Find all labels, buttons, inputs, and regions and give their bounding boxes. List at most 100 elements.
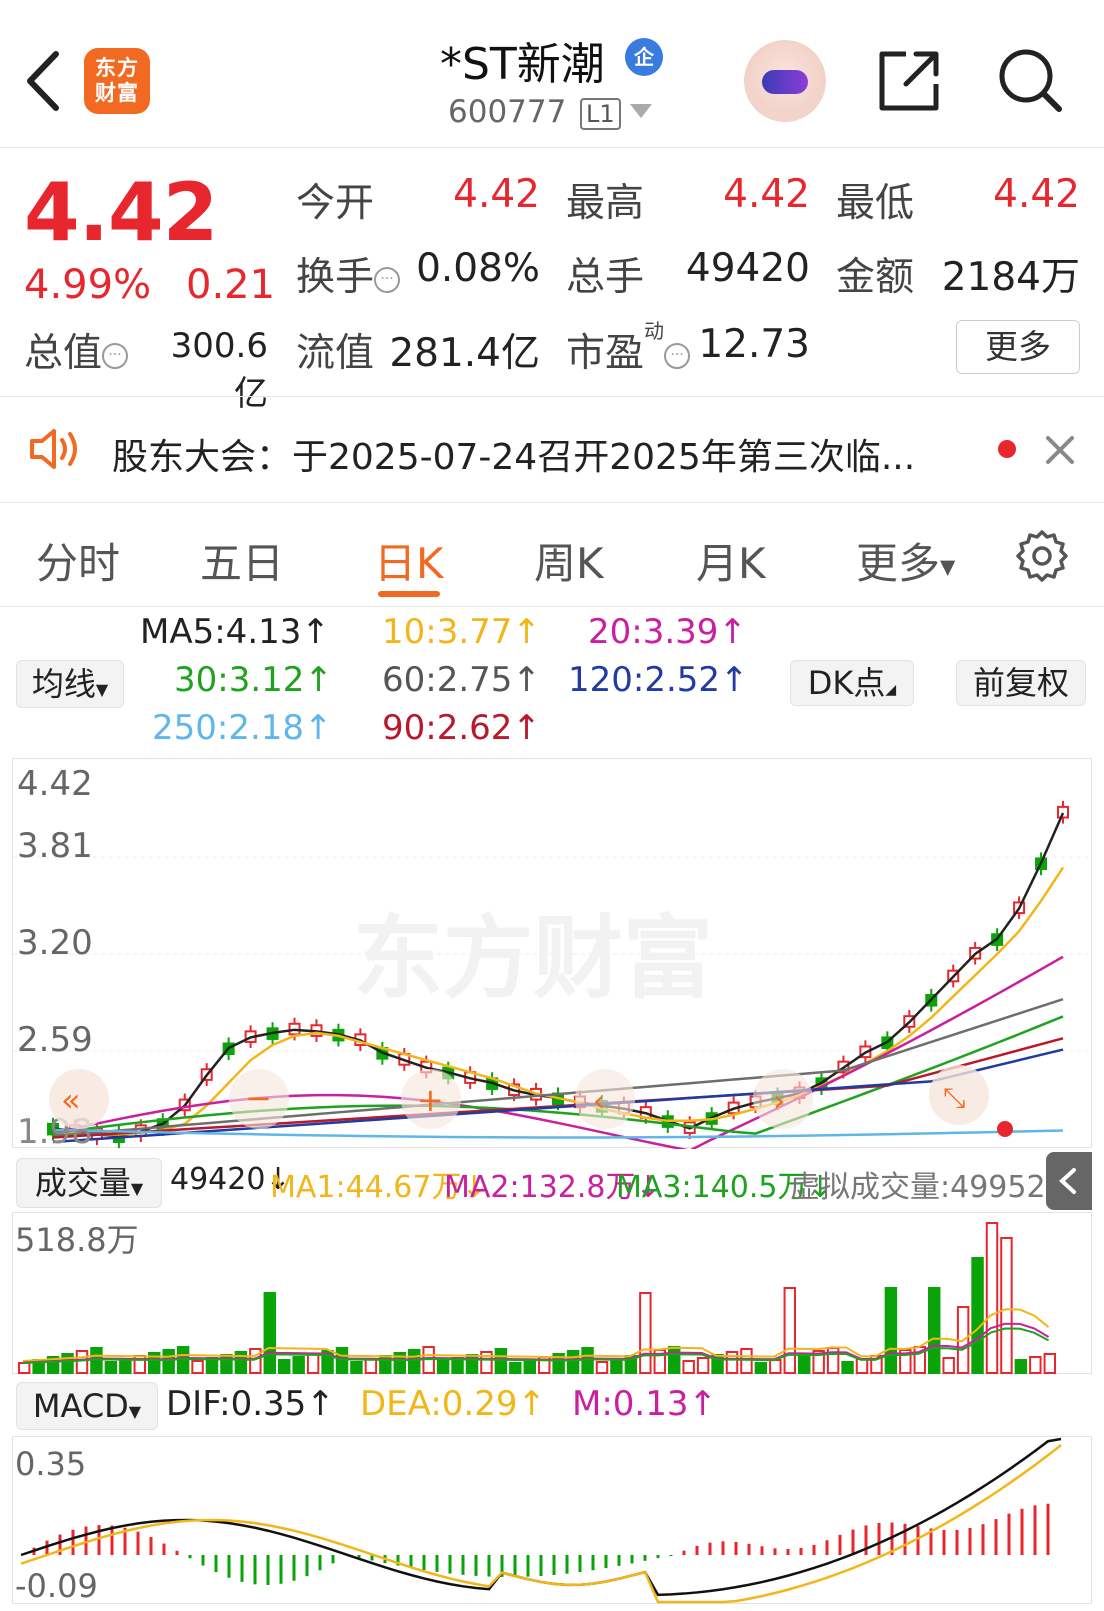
volume-bar <box>610 1358 623 1374</box>
amount-value: 2184万 <box>941 255 1080 300</box>
collapse-panel-button[interactable] <box>1046 1152 1092 1210</box>
volume-bar <box>639 1292 652 1374</box>
volume-bar <box>1014 1359 1028 1374</box>
volume-bar <box>841 1361 854 1374</box>
info-icon[interactable]: ··· <box>102 342 129 369</box>
y-label: 3.81 <box>17 826 93 866</box>
ma90-legend: 90:2.62↑ <box>382 708 541 748</box>
volume-bar <box>523 1359 536 1374</box>
y-label: 3.20 <box>17 923 93 963</box>
ma250-legend: 250:2.18↑ <box>152 708 333 748</box>
volume-value: 49420 <box>685 246 810 291</box>
ma30-legend: 30:3.12↑ <box>174 660 333 700</box>
macd-dif: DIF:0.35↑ <box>166 1384 335 1424</box>
close-icon[interactable] <box>1040 430 1080 470</box>
macd-selector[interactable]: MACD▼ <box>16 1382 158 1430</box>
volume-bar <box>884 1287 898 1374</box>
expand-icon: ⤡ <box>943 1081 965 1114</box>
virtual-volume: 虚拟成交量:49952 <box>790 1170 1046 1205</box>
chevron-right-icon: › <box>773 1084 785 1119</box>
tab-five-day[interactable]: 五日 <box>200 530 284 591</box>
volume-bar <box>740 1348 753 1374</box>
volume-bar <box>119 1358 132 1374</box>
tab-monthly-k[interactable]: 月K <box>696 530 766 591</box>
divider <box>0 606 1104 607</box>
change-percent: 4.99% <box>24 262 152 308</box>
volume-bar <box>1029 1356 1042 1374</box>
back-arrow-icon[interactable] <box>22 46 66 116</box>
volume-bar <box>162 1349 175 1374</box>
caret-down-icon[interactable] <box>630 104 652 118</box>
volume-bar <box>306 1353 320 1374</box>
volume-bar <box>769 1359 782 1374</box>
caret-down-icon: ▼ <box>940 554 956 579</box>
pe-label: 市盈动··· <box>566 319 691 378</box>
notice-banner-text[interactable]: 股东大会：于2025-07-24召开2025年第三次临... <box>112 428 915 480</box>
speaker-icon <box>30 429 77 469</box>
ma10-legend: 10:3.77↑ <box>382 612 541 652</box>
volume-bars-group <box>18 1222 1056 1374</box>
change-amount: 0.21 <box>186 262 276 308</box>
volume-chart[interactable]: 518.8万 <box>12 1212 1092 1374</box>
volume-bar <box>494 1348 508 1374</box>
volume-bar <box>18 1362 31 1374</box>
volume-bar <box>278 1359 291 1374</box>
double-chevron-left-icon: « <box>61 1081 81 1119</box>
open-label: 今开 <box>296 181 375 226</box>
macd-dea: DEA:0.29↑ <box>360 1384 546 1424</box>
tab-weekly-k[interactable]: 周K <box>534 530 604 591</box>
ma20-legend: 20:3.39↑ <box>588 612 747 652</box>
robot-visor <box>762 70 808 94</box>
chevron-left-icon <box>1059 1168 1076 1194</box>
more-quote-button[interactable]: 更多 <box>956 320 1080 374</box>
current-price: 4.42 <box>24 166 218 259</box>
share-icon[interactable] <box>876 48 942 114</box>
low-value: 4.42 <box>993 172 1080 217</box>
app-logo: 东方 财富 <box>84 48 150 114</box>
adjust-button[interactable]: 前复权 <box>956 660 1086 706</box>
minus-icon: − <box>245 1079 272 1117</box>
open-value: 4.42 <box>453 172 540 217</box>
macd-bars-group <box>32 1503 1050 1585</box>
search-icon[interactable] <box>996 46 1064 116</box>
dk-point-button[interactable]: DK点◢ <box>790 660 914 706</box>
turnover-value: 0.08% <box>416 246 540 291</box>
kline-chart[interactable]: 东方财富 4.42 3.81 3.20 2.59 1.98 « − + ‹ › … <box>12 758 1093 1152</box>
volume-bar <box>595 1361 609 1374</box>
ma120-legend: 120:2.52↑ <box>568 660 749 700</box>
high-label: 最高 <box>566 181 645 226</box>
chevron-left-icon: ‹ <box>593 1084 605 1119</box>
level-badge[interactable]: L1 <box>580 98 621 130</box>
volume-bar <box>61 1353 74 1374</box>
volume-bar <box>798 1353 811 1374</box>
pe-value: 12.73 <box>698 322 810 367</box>
info-icon[interactable]: ··· <box>374 266 401 293</box>
volume-bar <box>292 1356 305 1374</box>
volume-y-max: 518.8万 <box>15 1221 139 1259</box>
kline-svg[interactable]: 东方财富 4.42 3.81 3.20 2.59 1.98 « − + ‹ › … <box>13 759 1093 1152</box>
high-value: 4.42 <box>723 172 810 217</box>
turnover-label: 换手 ··· <box>296 246 401 302</box>
volume-bar <box>566 1350 580 1374</box>
macd-m: M:0.13↑ <box>572 1384 717 1424</box>
volume-bar <box>985 1222 999 1374</box>
mktcap-label: 总值 ··· <box>24 322 129 378</box>
info-icon[interactable]: ··· <box>664 342 691 369</box>
volume-bar <box>75 1350 89 1374</box>
volume-selector[interactable]: 成交量▼ <box>16 1158 162 1208</box>
macd-chart[interactable]: 0.35 -0.09 <box>12 1436 1093 1605</box>
stock-title: *ST新潮 <box>440 39 605 90</box>
ma-selector[interactable]: 均线▼ <box>16 660 124 708</box>
tab-daily-k[interactable]: 日K <box>374 530 444 591</box>
unread-dot <box>998 440 1016 458</box>
divider <box>0 396 1104 397</box>
macd-svg[interactable]: 0.35 -0.09 <box>13 1437 1093 1605</box>
volume-bar <box>942 1357 955 1374</box>
plus-icon: + <box>417 1081 444 1119</box>
volume-bar <box>928 1287 941 1374</box>
gear-icon[interactable] <box>1014 528 1070 584</box>
volume-bar <box>335 1347 349 1374</box>
volume-svg[interactable]: 518.8万 <box>13 1213 1093 1375</box>
tab-more[interactable]: 更多▼ <box>856 530 955 591</box>
tab-intraday[interactable]: 分时 <box>36 530 120 591</box>
